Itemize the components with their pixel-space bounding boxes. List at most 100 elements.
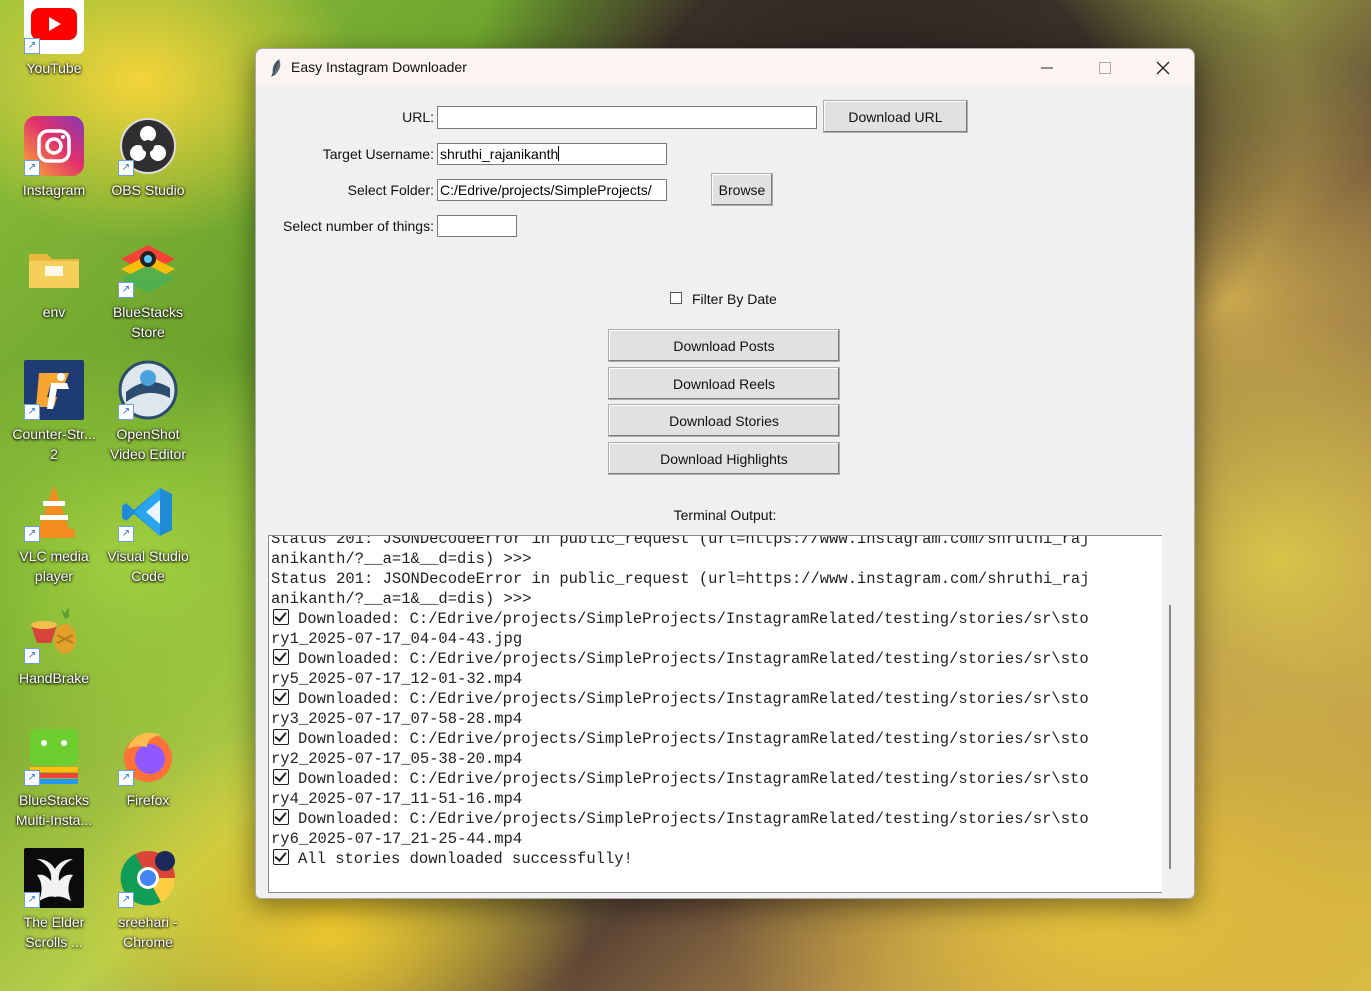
- terminal-line-text: ry2_2025-07-17_05-38-20.mp4: [271, 750, 523, 768]
- chrome-icon: ↗: [118, 848, 178, 908]
- desktop-icon-vscode[interactable]: ↗ Visual Studio Code: [102, 482, 194, 586]
- download-stories-button[interactable]: Download Stories: [608, 404, 840, 437]
- terminal-line: Downloaded: C:/Edrive/projects/SimplePro…: [271, 729, 1090, 749]
- shortcut-arrow-icon: ↗: [118, 892, 134, 908]
- terminal-line-text: Downloaded: C:/Edrive/projects/SimplePro…: [298, 610, 1089, 628]
- terminal-line-text: ry5_2025-07-17_12-01-32.mp4: [271, 670, 523, 688]
- terminal-line-text: ry3_2025-07-17_07-58-28.mp4: [271, 710, 523, 728]
- checkmark-icon: [273, 689, 289, 705]
- filter-by-date-checkbox[interactable]: [670, 292, 682, 304]
- desktop-icon-label: VLC media player: [19, 548, 89, 584]
- username-label: Target Username:: [322, 146, 434, 162]
- close-button[interactable]: [1134, 49, 1192, 87]
- desktop-icon-handbrake[interactable]: ↗ HandBrake: [8, 604, 100, 688]
- desktop-icon-label: env: [42, 304, 66, 320]
- desktop-icon-elder-scrolls[interactable]: ↗ The Elder Scrolls ...: [8, 848, 100, 952]
- desktop-icon-label: Visual Studio Code: [107, 548, 189, 584]
- desktop-icon-label: YouTube: [26, 60, 82, 76]
- elder-scrolls-icon: ↗: [24, 848, 84, 908]
- title-bar[interactable]: Easy Instagram Downloader: [256, 49, 1194, 87]
- terminal-line-text: Downloaded: C:/Edrive/projects/SimplePro…: [298, 810, 1089, 828]
- folder-label: Select Folder:: [347, 182, 434, 198]
- terminal-line-text: anikanth/?__a=1&__d=dis) >>>: [271, 590, 532, 608]
- minimize-icon: [1041, 67, 1053, 69]
- filter-by-date-label: Filter By Date: [692, 291, 777, 307]
- desktop-icon-bluestacks-multi[interactable]: ↗ BlueStacks Multi-Insta...: [8, 726, 100, 830]
- terminal-label: Terminal Output:: [673, 507, 777, 523]
- checkmark-icon: [273, 769, 289, 785]
- app-window: Easy Instagram Downloader URL: Download …: [255, 48, 1195, 899]
- minimize-button[interactable]: [1018, 49, 1076, 87]
- firefox-icon: ↗: [118, 726, 178, 786]
- terminal-scrollbar-thumb[interactable]: [1169, 605, 1171, 869]
- shortcut-arrow-icon: ↗: [118, 282, 134, 298]
- checkmark-icon: [273, 809, 289, 825]
- terminal-line: Status 201: JSONDecodeError in public_re…: [271, 535, 1090, 549]
- terminal-line-text: Status 201: JSONDecodeError in public_re…: [271, 535, 1090, 548]
- desktop-icon-label: Instagram: [22, 182, 86, 198]
- terminal-line: Downloaded: C:/Edrive/projects/SimplePro…: [271, 649, 1090, 669]
- desktop-icon-obs[interactable]: ↗ OBS Studio: [102, 116, 194, 200]
- desktop-icon-label: Firefox: [126, 792, 170, 808]
- checkmark-icon: [273, 849, 289, 865]
- vlc-icon: ↗: [24, 482, 84, 542]
- desktop-icon-bluestacks-store[interactable]: ↗ BlueStacks Store: [102, 238, 194, 342]
- shortcut-arrow-icon: ↗: [118, 404, 134, 420]
- checkmark-icon: [273, 609, 289, 625]
- terminal-line: ry4_2025-07-17_11-51-16.mp4: [271, 789, 1090, 809]
- shortcut-arrow-icon: ↗: [24, 526, 40, 542]
- maximize-button[interactable]: [1076, 49, 1134, 87]
- shortcut-arrow-icon: ↗: [118, 770, 134, 786]
- desktop-icon-vlc[interactable]: ↗ VLC media player: [8, 482, 100, 586]
- desktop-icon-label: OBS Studio: [111, 182, 185, 198]
- terminal-line-text: ry1_2025-07-17_04-04-43.jpg: [271, 630, 523, 648]
- desktop-icon-instagram[interactable]: ↗ Instagram: [8, 116, 100, 200]
- feather-icon: [268, 58, 282, 83]
- desktop-icon-chrome[interactable]: ↗ sreehari - Chrome: [102, 848, 194, 952]
- desktop-icon-youtube[interactable]: ↗ YouTube: [8, 0, 100, 78]
- terminal-line: anikanth/?__a=1&__d=dis) >>>: [271, 549, 1090, 569]
- shortcut-arrow-icon: ↗: [118, 160, 134, 176]
- terminal-output[interactable]: Status 201: JSONDecodeError in public_re…: [268, 535, 1162, 893]
- download-reels-button[interactable]: Download Reels: [608, 367, 840, 400]
- obs-icon: ↗: [118, 116, 178, 176]
- terminal-line-text: All stories downloaded successfully!: [298, 850, 633, 868]
- shortcut-arrow-icon: ↗: [24, 160, 40, 176]
- counter-strike-icon: ↗: [24, 360, 84, 420]
- handbrake-icon: ↗: [24, 604, 84, 664]
- desktop-icon-counter-strike[interactable]: ↗ Counter-Str... 2: [8, 360, 100, 464]
- folder-input[interactable]: C:/Edrive/projects/SimpleProjects/: [437, 179, 667, 201]
- bluestacks-multi-icon: ↗: [24, 726, 84, 786]
- download-url-button[interactable]: Download URL: [823, 100, 968, 133]
- desktop-icon-label: BlueStacks Multi-Insta...: [15, 792, 93, 828]
- username-value: shruthi_rajanikanth: [440, 146, 559, 162]
- desktop-icon-label: HandBrake: [18, 670, 90, 686]
- terminal-line: ry5_2025-07-17_12-01-32.mp4: [271, 669, 1090, 689]
- terminal-lines: Status 201: JSONDecodeError in public_re…: [271, 535, 1090, 869]
- close-icon: [1156, 61, 1170, 75]
- window-title: Easy Instagram Downloader: [291, 59, 467, 75]
- desktop-icon-firefox[interactable]: ↗ Firefox: [102, 726, 194, 810]
- terminal-line: Downloaded: C:/Edrive/projects/SimplePro…: [271, 609, 1090, 629]
- terminal-line-text: Downloaded: C:/Edrive/projects/SimplePro…: [298, 770, 1089, 788]
- terminal-line-text: ry6_2025-07-17_21-25-44.mp4: [271, 830, 523, 848]
- terminal-line-text: Downloaded: C:/Edrive/projects/SimplePro…: [298, 730, 1089, 748]
- terminal-line: anikanth/?__a=1&__d=dis) >>>: [271, 589, 1090, 609]
- url-input[interactable]: [437, 106, 817, 129]
- download-posts-button[interactable]: Download Posts: [608, 329, 840, 362]
- url-label: URL:: [402, 109, 434, 125]
- count-input[interactable]: [437, 215, 517, 237]
- openshot-icon: ↗: [118, 360, 178, 420]
- download-highlights-button[interactable]: Download Highlights: [608, 442, 840, 475]
- shortcut-arrow-icon: ↗: [24, 648, 40, 664]
- shortcut-arrow-icon: ↗: [24, 770, 40, 786]
- terminal-line-text: Downloaded: C:/Edrive/projects/SimplePro…: [298, 690, 1089, 708]
- desktop-icon-openshot[interactable]: ↗ OpenShot Video Editor: [102, 360, 194, 464]
- terminal-line: Downloaded: C:/Edrive/projects/SimplePro…: [271, 689, 1090, 709]
- terminal-line: ry1_2025-07-17_04-04-43.jpg: [271, 629, 1090, 649]
- username-input[interactable]: shruthi_rajanikanth: [437, 143, 667, 165]
- desktop-icon-env[interactable]: env: [8, 238, 100, 322]
- desktop-icon-label: OpenShot Video Editor: [109, 426, 186, 462]
- youtube-icon: ↗: [24, 0, 84, 54]
- browse-button[interactable]: Browse: [711, 173, 773, 206]
